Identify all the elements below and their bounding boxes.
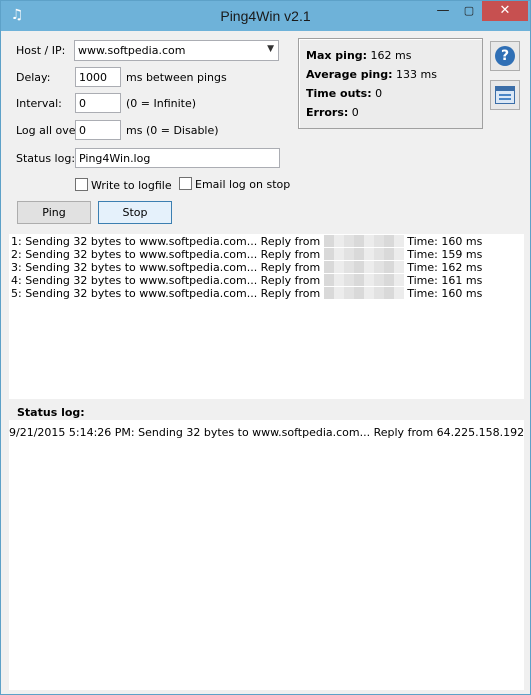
log-line-time: Time: 160 ms	[407, 287, 483, 300]
log-line: 4: Sending 32 bytes to www.softpedia.com…	[11, 274, 482, 287]
avg-ping-label: Average ping:	[306, 68, 393, 81]
timeouts-label: Time outs:	[306, 87, 372, 100]
window-icon-bar	[496, 87, 514, 91]
log-all-suffix: ms (0 = Disable)	[126, 124, 219, 137]
ping-stats-panel: Max ping: 162 ms Average ping: 133 ms Ti…	[298, 38, 483, 129]
log-line-text: 5: Sending 32 bytes to www.softpedia.com…	[11, 287, 324, 300]
avg-ping-value: 133 ms	[396, 68, 437, 81]
log-line-time: Time: 162 ms	[407, 261, 483, 274]
timeouts-row: Time outs: 0	[306, 87, 382, 100]
log-line-text: 2: Sending 32 bytes to www.softpedia.com…	[11, 248, 324, 261]
log-line: 3: Sending 32 bytes to www.softpedia.com…	[11, 261, 482, 274]
redacted-ip	[323, 287, 404, 299]
log-line-time: Time: 160 ms	[407, 235, 483, 248]
interval-suffix: (0 = Infinite)	[126, 97, 197, 110]
log-line-text: 3: Sending 32 bytes to www.softpedia.com…	[11, 261, 324, 274]
log-line: 2: Sending 32 bytes to www.softpedia.com…	[11, 248, 482, 261]
log-line-text: 4: Sending 32 bytes to www.softpedia.com…	[11, 274, 324, 287]
window-icon-line	[499, 94, 511, 96]
errors-value: 0	[351, 106, 359, 119]
ping-button[interactable]: Ping	[17, 201, 91, 224]
errors-row: Errors: 0	[306, 106, 359, 119]
log-all-input[interactable]: 0	[75, 120, 121, 140]
redacted-ip	[323, 261, 404, 273]
status-log-area[interactable]: 9/21/2015 5:14:26 PM: Sending 32 bytes t…	[9, 420, 524, 690]
app-window: ♫ Ping4Win v2.1 — ▢ ✕ Host / IP: www.sof…	[0, 0, 531, 695]
max-ping-row: Max ping: 162 ms	[306, 49, 412, 62]
log-line-time: Time: 159 ms	[407, 248, 483, 261]
maximize-button[interactable]: ▢	[456, 1, 482, 21]
title-bar[interactable]: ♫ Ping4Win v2.1 — ▢ ✕	[1, 1, 530, 31]
email-log-checkbox[interactable]	[179, 177, 192, 190]
log-line: 1: Sending 32 bytes to www.softpedia.com…	[11, 235, 482, 248]
log-all-label: Log all over	[16, 124, 81, 137]
interval-input[interactable]: 0	[75, 93, 121, 113]
window-view-button[interactable]	[490, 80, 520, 110]
host-combobox[interactable]: www.softpedia.com ▼	[74, 40, 279, 61]
avg-ping-row: Average ping: 133 ms	[306, 68, 437, 81]
interval-label: Interval:	[16, 97, 62, 110]
log-line-text: 1: Sending 32 bytes to www.softpedia.com…	[11, 235, 324, 248]
host-value: www.softpedia.com	[78, 44, 186, 57]
help-icon: ?	[495, 46, 515, 66]
redacted-ip	[323, 274, 404, 286]
errors-label: Errors:	[306, 106, 349, 119]
redacted-ip	[323, 235, 404, 247]
help-button[interactable]: ?	[490, 41, 520, 71]
write-logfile-checkbox[interactable]	[75, 178, 88, 191]
status-log-label: Status log:	[16, 152, 76, 165]
host-label: Host / IP:	[16, 44, 66, 57]
delay-suffix: ms between pings	[126, 71, 227, 84]
ping-log-area[interactable]: 1: Sending 32 bytes to www.softpedia.com…	[9, 234, 524, 399]
chevron-down-icon[interactable]: ▼	[267, 44, 274, 54]
timeouts-value: 0	[375, 87, 383, 100]
window-icon-line	[499, 98, 511, 100]
log-line: 5: Sending 32 bytes to www.softpedia.com…	[11, 287, 482, 300]
close-button[interactable]: ✕	[482, 1, 528, 21]
stop-button[interactable]: Stop	[98, 201, 172, 224]
status-log-heading: Status log:	[17, 406, 85, 419]
delay-input[interactable]: 1000	[75, 67, 121, 87]
max-ping-label: Max ping:	[306, 49, 368, 62]
window-icon	[495, 86, 515, 104]
max-ping-value: 162 ms	[370, 49, 412, 62]
log-line-time: Time: 161 ms	[407, 274, 483, 287]
delay-label: Delay:	[16, 71, 51, 84]
status-log-line: 9/21/2015 5:14:26 PM: Sending 32 bytes t…	[9, 426, 524, 439]
write-logfile-label[interactable]: Write to logfile	[91, 179, 172, 192]
redacted-ip	[323, 248, 404, 260]
email-log-label[interactable]: Email log on stop	[195, 178, 290, 191]
minimize-button[interactable]: —	[430, 1, 456, 21]
status-log-input[interactable]: Ping4Win.log	[75, 148, 280, 168]
